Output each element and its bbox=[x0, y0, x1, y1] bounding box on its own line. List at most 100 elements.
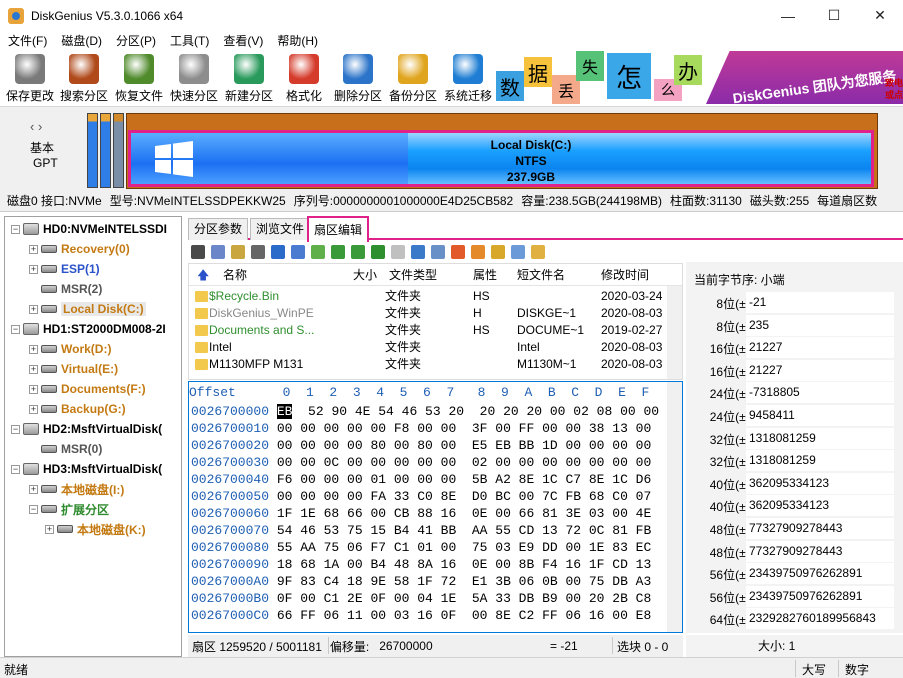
tab-partition-params[interactable]: 分区参数 bbox=[188, 218, 249, 240]
interpreter-value[interactable]: 23439750976262891 bbox=[746, 585, 894, 607]
file-row[interactable]: $Recycle.Bin 文件夹 HS 2020-03-24 bbox=[189, 288, 669, 305]
maximize-button[interactable]: ☐ bbox=[811, 0, 857, 31]
first-icon[interactable] bbox=[371, 244, 385, 259]
hex-row[interactable]: 0026700040 F6 00 00 00 01 00 00 00 5B A2… bbox=[191, 471, 651, 488]
hex-row[interactable]: 0026700000 EB 52 90 4E 54 46 53 20 20 20… bbox=[191, 403, 659, 420]
expand-toggle-icon[interactable]: + bbox=[29, 404, 38, 414]
partition-strip-msr[interactable] bbox=[113, 113, 124, 188]
partition-strip-esp[interactable] bbox=[100, 113, 111, 188]
refresh-icon[interactable] bbox=[431, 244, 445, 259]
tree-node[interactable]: − HD1:ST2000DM008-2I bbox=[11, 319, 166, 339]
menu-help[interactable]: 帮助(H) bbox=[270, 31, 325, 51]
tree-node[interactable]: + Documents(F:) bbox=[29, 379, 146, 399]
folder-icon[interactable] bbox=[531, 244, 545, 259]
toolbar-button-0[interactable]: 保存更改 bbox=[4, 51, 56, 106]
hex-row[interactable]: 0026700060 1F 1E 68 66 00 CB 88 16 0E 00… bbox=[191, 505, 651, 522]
toolbar-button-3[interactable]: 快速分区 bbox=[168, 51, 220, 106]
file-list-scrollbar[interactable] bbox=[667, 286, 682, 379]
expand-toggle-icon[interactable]: + bbox=[29, 364, 38, 374]
expand-toggle-icon[interactable]: + bbox=[29, 344, 38, 354]
hex-row[interactable]: 0026700070 54 46 53 75 15 B4 41 BB AA 55… bbox=[191, 522, 651, 539]
file-row[interactable]: Documents and S... 文件夹 HS DOCUME~1 2019-02-2… bbox=[189, 322, 669, 339]
menu-file[interactable]: 文件(F) bbox=[0, 31, 54, 51]
tree-node[interactable]: + Backup(G:) bbox=[29, 399, 126, 419]
col-name[interactable]: 名称 bbox=[223, 264, 247, 286]
tree-node[interactable]: − HD0:NVMeINTELSSDI bbox=[11, 219, 167, 239]
hex-row[interactable]: 0026700020 00 00 00 00 80 00 80 00 E5 EB… bbox=[191, 437, 651, 454]
tree-node[interactable]: + 本地磁盘(I:) bbox=[29, 479, 124, 499]
expand-toggle-icon[interactable]: − bbox=[11, 424, 20, 434]
color-icon[interactable] bbox=[451, 244, 465, 259]
expand-toggle-icon[interactable]: − bbox=[29, 504, 38, 514]
hex-row[interactable]: 0026700010 00 00 00 00 00 F8 00 00 3F 00… bbox=[191, 420, 651, 437]
interpreter-value[interactable]: 9458411 bbox=[746, 405, 894, 426]
file-row[interactable]: Intel 文件夹 Intel 2020-08-03 bbox=[189, 339, 669, 356]
tree-node[interactable]: +MSR(0) bbox=[29, 439, 102, 459]
interpreter-value[interactable]: -21 bbox=[746, 292, 894, 313]
block-icon[interactable] bbox=[491, 244, 505, 259]
tree-node[interactable]: + Work(D:) bbox=[29, 339, 111, 359]
file-icon[interactable] bbox=[511, 244, 525, 259]
menu-tools[interactable]: 工具(T) bbox=[163, 31, 216, 51]
hex-editor[interactable]: Offset 0 1 2 3 4 5 6 7 8 9 A B C D E F 0… bbox=[188, 381, 683, 633]
interpreter-value[interactable]: 235 bbox=[746, 314, 894, 336]
col-size[interactable]: 大小 bbox=[353, 264, 377, 286]
interpreter-value[interactable]: 77327909278443 bbox=[746, 540, 894, 562]
interpreter-value[interactable]: 1318081259 bbox=[746, 450, 894, 472]
find-icon[interactable] bbox=[271, 244, 285, 259]
expand-toggle-icon[interactable]: + bbox=[29, 244, 38, 254]
col-type[interactable]: 文件类型 bbox=[389, 264, 437, 286]
paste-icon[interactable] bbox=[231, 244, 245, 259]
interpreter-value[interactable]: 23439750976262891 bbox=[746, 563, 894, 585]
interpreter-value[interactable]: 1318081259 bbox=[746, 427, 894, 449]
file-row[interactable]: DiskGenius_WinPE 文件夹 H DISKGE~1 2020-08-03 bbox=[189, 305, 669, 322]
expand-toggle-icon[interactable]: − bbox=[11, 224, 20, 234]
undo-icon[interactable] bbox=[251, 244, 265, 259]
hex-row[interactable]: 00267000B0 0F 00 C1 2E 0F 00 04 1E 5A 33… bbox=[191, 590, 651, 607]
partition-strip-recovery[interactable] bbox=[87, 113, 98, 188]
expand-toggle-icon[interactable]: − bbox=[11, 324, 20, 334]
interpreter-value[interactable]: -7318805 bbox=[746, 382, 894, 404]
tree-node[interactable]: + ESP(1) bbox=[29, 259, 100, 279]
toolbar-button-8[interactable]: 系统迁移 bbox=[442, 51, 494, 106]
save-icon[interactable] bbox=[191, 244, 205, 259]
menu-partition[interactable]: 分区(P) bbox=[109, 31, 163, 51]
tree-node[interactable]: − HD3:MsftVirtualDisk( bbox=[11, 459, 162, 479]
tab-browse-files[interactable]: 浏览文件 bbox=[250, 218, 311, 240]
hex-row[interactable]: 0026700030 00 00 0C 00 00 00 00 00 02 00… bbox=[191, 454, 651, 471]
file-list[interactable]: 🡅 名称 大小 文件类型 属性 短文件名 修改时间 $Recycle.Bin 文件… bbox=[188, 263, 683, 380]
tree-node[interactable]: + 本地磁盘(K:) bbox=[45, 519, 146, 539]
promo-banner[interactable]: 数 据 丢 失 怎 么 办 DiskGenius 团队为您服务 致电 或点 bbox=[494, 51, 903, 104]
hex-cursor-byte[interactable]: EB bbox=[276, 404, 293, 419]
col-attr[interactable]: 属性 bbox=[473, 264, 497, 286]
tree-node[interactable]: + Virtual(E:) bbox=[29, 359, 118, 379]
toolbar-button-2[interactable]: 恢复文件 bbox=[113, 51, 165, 106]
hex-row[interactable]: 0026700090 18 68 1A 00 B4 48 8A 16 0E 00… bbox=[191, 556, 651, 573]
find-next-icon[interactable] bbox=[291, 244, 305, 259]
hex-row[interactable]: 00267000C0 66 FF 06 11 00 03 16 0F 00 8E… bbox=[191, 607, 651, 624]
chart-icon[interactable] bbox=[471, 244, 485, 259]
interpreter-value[interactable]: 362095334123 bbox=[746, 472, 894, 494]
partition-block-c[interactable]: Local Disk(C:) NTFS 237.9GB bbox=[128, 130, 874, 187]
toolbar-button-1[interactable]: 搜索分区 bbox=[58, 51, 110, 106]
tree-node[interactable]: +MSR(2) bbox=[29, 279, 102, 299]
interpreter-value[interactable]: 21227 bbox=[746, 337, 894, 359]
expand-toggle-icon[interactable]: + bbox=[29, 384, 38, 394]
bookmark-icon[interactable] bbox=[411, 244, 425, 259]
down-arrow-icon[interactable] bbox=[351, 244, 365, 259]
minimize-button[interactable]: — bbox=[765, 0, 811, 31]
expand-toggle-icon[interactable]: + bbox=[29, 484, 38, 494]
col-mtime[interactable]: 修改时间 bbox=[601, 264, 649, 286]
interpreter-value[interactable]: 2329282760189956843 bbox=[746, 608, 894, 630]
expand-toggle-icon[interactable]: + bbox=[45, 524, 54, 534]
up-arrow-icon[interactable]: 🡅 bbox=[197, 264, 209, 286]
menu-disk[interactable]: 磁盘(D) bbox=[54, 31, 109, 51]
expand-toggle-icon[interactable]: − bbox=[11, 464, 20, 474]
goto-icon[interactable] bbox=[311, 244, 325, 259]
interpreter-value[interactable]: 362095334123 bbox=[746, 495, 894, 517]
tree-node[interactable]: + Local Disk(C:) bbox=[29, 299, 146, 319]
hex-scrollbar[interactable] bbox=[667, 382, 682, 632]
tab-sector-edit[interactable]: 扇区编辑 bbox=[307, 216, 370, 242]
expand-toggle-icon[interactable]: + bbox=[29, 264, 38, 274]
close-button[interactable]: ✕ bbox=[857, 0, 903, 31]
